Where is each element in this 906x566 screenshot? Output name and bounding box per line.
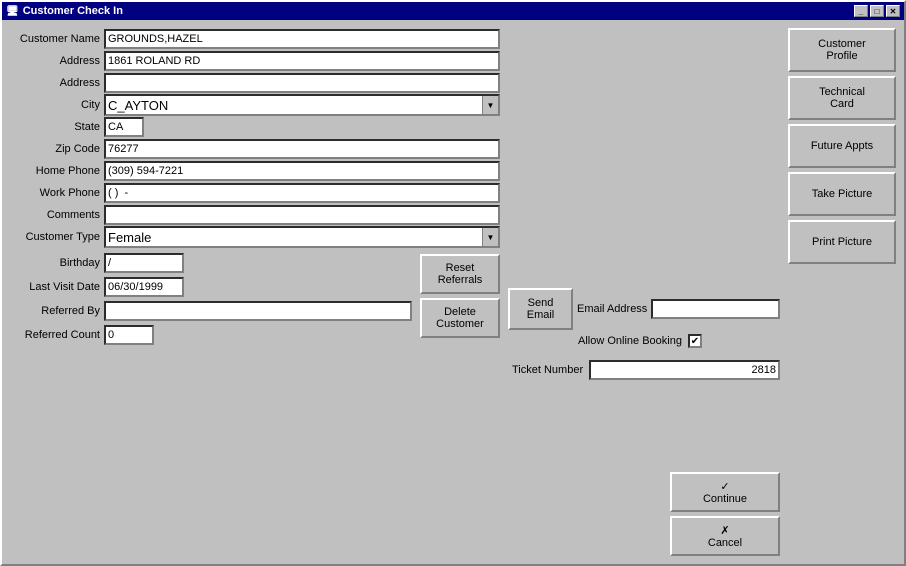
state-label: State <box>10 121 100 133</box>
customer-type-value: Female <box>106 229 482 246</box>
ticket-number-label: Ticket Number <box>512 364 583 376</box>
send-email-button[interactable]: Send Email <box>508 288 573 330</box>
email-address-label: Email Address <box>577 303 647 315</box>
online-booking-label: Allow Online Booking <box>578 335 682 347</box>
titlebar-controls: _ □ ✕ <box>854 5 900 17</box>
ticket-number-input[interactable] <box>589 360 780 380</box>
cancel-button[interactable]: ✗ Cancel <box>670 516 780 556</box>
delete-customer-button[interactable]: Delete Customer <box>420 298 500 338</box>
address2-label: Address <box>10 77 100 89</box>
city-label: City <box>10 99 100 111</box>
titlebar: 🖥 Customer Check In _ □ ✕ <box>2 2 904 20</box>
zip-input[interactable] <box>104 139 500 159</box>
take-picture-button[interactable]: Take Picture <box>788 172 896 216</box>
state-row: State <box>10 116 500 138</box>
window-title: Customer Check In <box>23 5 123 17</box>
referred-count-label: Referred Count <box>10 329 100 341</box>
customer-type-row: Customer Type Female ▼ <box>10 226 500 248</box>
referred-count-input[interactable] <box>104 325 154 345</box>
birthday-label: Birthday <box>10 257 100 269</box>
birthday-input[interactable] <box>104 253 184 273</box>
customer-type-dropdown-btn[interactable]: ▼ <box>482 228 498 246</box>
referred-by-label: Referred By <box>10 305 100 317</box>
work-phone-row: Work Phone <box>10 182 500 204</box>
main-window: 🖥 Customer Check In _ □ ✕ Customer Name … <box>0 0 906 566</box>
zip-label: Zip Code <box>10 143 100 155</box>
customer-type-label: Customer Type <box>10 231 100 243</box>
customer-name-input[interactable] <box>104 29 500 49</box>
print-picture-button[interactable]: Print Picture <box>788 220 896 264</box>
future-appts-button[interactable]: Future Appts <box>788 124 896 168</box>
customer-name-label: Customer Name <box>10 33 100 45</box>
last-visit-row: Last Visit Date <box>10 276 412 298</box>
comments-label: Comments <box>10 209 100 221</box>
state-input[interactable] <box>104 117 144 137</box>
referred-by-row: Referred By <box>10 300 412 322</box>
zip-row: Zip Code <box>10 138 500 160</box>
minimize-button[interactable]: _ <box>854 5 868 17</box>
referred-by-input[interactable] <box>104 301 412 321</box>
customer-name-row: Customer Name <box>10 28 500 50</box>
home-phone-input[interactable] <box>104 161 500 181</box>
city-value: C_AYTON <box>106 97 482 114</box>
work-phone-label: Work Phone <box>10 187 100 199</box>
address2-input[interactable] <box>104 73 500 93</box>
address1-input[interactable] <box>104 51 500 71</box>
address1-row: Address <box>10 50 500 72</box>
continue-button[interactable]: ✓ Continue <box>670 472 780 512</box>
address2-row: Address <box>10 72 500 94</box>
address1-label: Address <box>10 55 100 67</box>
last-visit-input[interactable] <box>104 277 184 297</box>
city-combo[interactable]: C_AYTON ▼ <box>104 94 500 116</box>
referred-count-row: Referred Count <box>10 324 412 346</box>
technical-card-button[interactable]: Technical Card <box>788 76 896 120</box>
email-address-input[interactable] <box>651 299 780 319</box>
maximize-button[interactable]: □ <box>870 5 884 17</box>
close-button[interactable]: ✕ <box>886 5 900 17</box>
work-phone-input[interactable] <box>104 183 500 203</box>
reset-referrals-button[interactable]: Reset Referrals <box>420 254 500 294</box>
comments-input[interactable] <box>104 205 500 225</box>
birthday-row: Birthday <box>10 252 412 274</box>
home-phone-label: Home Phone <box>10 165 100 177</box>
customer-type-combo[interactable]: Female ▼ <box>104 226 500 248</box>
window-icon: 🖥 <box>6 6 19 17</box>
last-visit-label: Last Visit Date <box>10 281 100 293</box>
city-dropdown-btn[interactable]: ▼ <box>482 96 498 114</box>
comments-row: Comments <box>10 204 500 226</box>
online-booking-checkbox[interactable]: ✔ <box>688 334 702 348</box>
city-row: City C_AYTON ▼ <box>10 94 500 116</box>
home-phone-row: Home Phone <box>10 160 500 182</box>
titlebar-left: 🖥 Customer Check In <box>6 5 123 17</box>
customer-profile-button[interactable]: Customer Profile <box>788 28 896 72</box>
